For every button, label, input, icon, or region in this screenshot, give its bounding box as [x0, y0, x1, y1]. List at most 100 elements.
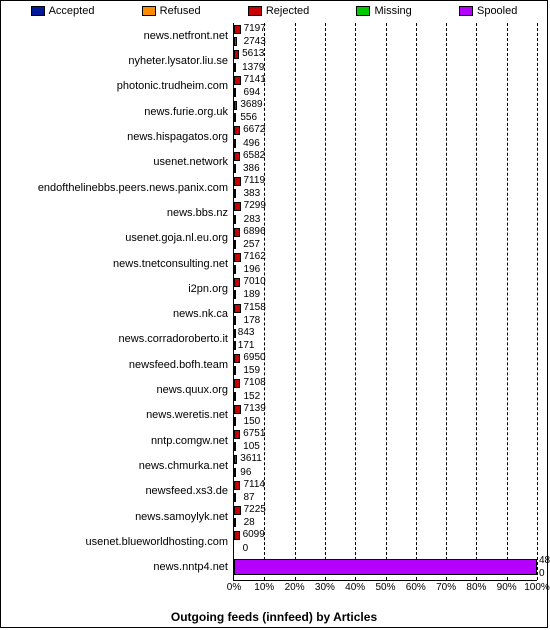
- x-tick-label: 90%: [497, 582, 517, 593]
- x-tick-label: 50%: [375, 582, 395, 593]
- bar-rejected: [234, 177, 241, 186]
- chart-row: news.samoylyk.net722528: [234, 504, 537, 529]
- chart-row: nyheter.lysator.liu.se56131379: [234, 48, 537, 73]
- bar-spooled: [234, 189, 236, 198]
- y-axis-label: i2pn.org: [2, 283, 234, 295]
- bar-spooled: [234, 392, 236, 401]
- x-tick-label: 20%: [285, 582, 305, 593]
- legend-swatch-accepted: [31, 6, 45, 16]
- bar-track: 6896257: [234, 226, 537, 251]
- y-axis-label: news.netfront.net: [2, 30, 234, 42]
- x-tick-label: 60%: [406, 582, 426, 593]
- y-axis-label: newsfeed.xs3.de: [2, 485, 234, 497]
- bar-value-rejected: 7010: [243, 277, 265, 287]
- bar-value-rejected: 0: [539, 569, 545, 579]
- bar-track: 71972743: [234, 23, 537, 48]
- chart-row: news.netfront.net71972743: [234, 23, 537, 48]
- bar-rejected: [234, 126, 240, 135]
- x-tick-label: 30%: [315, 582, 335, 593]
- bar-value-rejected: 7158: [244, 303, 266, 313]
- bar-value-rejected: 7141: [244, 75, 266, 85]
- chart-row: news.hispagatos.org6672496: [234, 124, 537, 149]
- chart-row: news.furie.org.uk3689556: [234, 99, 537, 124]
- y-axis-label: news.nntp4.net: [2, 561, 234, 573]
- bar-value-rejected: 7162: [244, 252, 266, 262]
- bar-value-spooled: 87: [243, 493, 254, 503]
- bar-spooled: [234, 139, 236, 148]
- x-tick-label: 10%: [254, 582, 274, 593]
- x-tick-label: 100%: [524, 582, 550, 593]
- bar-rejected: [234, 455, 237, 464]
- bar-spooled: [234, 316, 236, 325]
- chart-row: i2pn.org7010189: [234, 276, 537, 301]
- bar-value-spooled: 386: [243, 164, 260, 174]
- bar-rejected: [234, 329, 236, 338]
- legend-label: Refused: [160, 5, 201, 17]
- chart-row: nntp.comgw.net6751105: [234, 428, 537, 453]
- bar-value-spooled: 1379: [242, 63, 264, 73]
- bar-rejected: [234, 152, 240, 161]
- legend: Accepted Refused Rejected Missing Spoole…: [1, 1, 547, 19]
- legend-item: Accepted: [31, 5, 95, 17]
- chart-title: Outgoing feeds (innfeed) by Articles: [1, 610, 547, 624]
- bar-track: 6751105: [234, 428, 537, 453]
- bar-value-rejected: 6582: [243, 151, 265, 161]
- bar-track: 722528: [234, 504, 537, 529]
- bar-track: 7299283: [234, 200, 537, 225]
- bar-spooled: [234, 240, 236, 249]
- bar-track: 3689556: [234, 99, 537, 124]
- bar-value-spooled: 496: [243, 139, 260, 149]
- chart-row: usenet.goja.nl.eu.org6896257: [234, 226, 537, 251]
- bar-track: 6950159: [234, 352, 537, 377]
- chart-row: news.bbs.nz7299283: [234, 200, 537, 225]
- bar-rejected: [234, 76, 241, 85]
- y-axis-label: usenet.network: [2, 156, 234, 168]
- bar-rejected: [234, 253, 241, 262]
- bar-value-rejected: 7299: [244, 201, 266, 211]
- bar-track: 7162196: [234, 251, 537, 276]
- legend-label: Spooled: [477, 5, 517, 17]
- bar-spooled: [234, 265, 236, 274]
- y-axis-label: newsfeed.bofh.team: [2, 359, 234, 371]
- bar-rejected: [234, 481, 240, 490]
- legend-swatch-spooled: [459, 6, 473, 16]
- chart-row: news.weretis.net7139150: [234, 403, 537, 428]
- bar-spooled: [234, 341, 236, 350]
- bar-spooled: [234, 37, 237, 46]
- bar-value-spooled: 171: [238, 341, 255, 351]
- bar-spooled: [234, 493, 236, 502]
- plot: 0%10%20%30%40%50%60%70%80%90%100%news.ne…: [233, 23, 537, 581]
- bar-spooled: [234, 164, 236, 173]
- bar-value-spooled: 96: [240, 468, 251, 478]
- bar-track: 7108152: [234, 377, 537, 402]
- chart-row: usenet.network6582386: [234, 150, 537, 175]
- legend-label: Accepted: [49, 5, 95, 17]
- chart-row: news.quux.org7108152: [234, 377, 537, 402]
- bar-value-spooled: 383: [244, 189, 261, 199]
- chart-frame: Accepted Refused Rejected Missing Spoole…: [0, 0, 548, 628]
- bar-value-spooled: 28: [244, 518, 255, 528]
- bar-track: 7114 87: [234, 479, 537, 504]
- bar-spooled: [234, 215, 236, 224]
- bar-track: 60990: [234, 529, 537, 554]
- legend-item: Missing: [356, 5, 411, 17]
- bar-spooled: [234, 113, 236, 122]
- y-axis-label: nyheter.lysator.liu.se: [2, 55, 234, 67]
- bar-value-rejected: 6672: [243, 125, 265, 135]
- bar-value-spooled: 4880203: [539, 556, 550, 566]
- y-axis-label: news.chmurka.net: [2, 460, 234, 472]
- x-tick-label: 40%: [345, 582, 365, 593]
- grid-line: [537, 23, 538, 580]
- y-axis-label: news.nk.ca: [2, 308, 234, 320]
- bar-value-rejected: 3611: [240, 454, 262, 464]
- bar-spooled: [234, 559, 537, 575]
- legend-swatch-refused: [142, 6, 156, 16]
- y-axis-label: endofthelinebbs.peers.news.panix.com: [2, 182, 234, 194]
- bar-track: 7010189: [234, 276, 537, 301]
- bar-value-rejected: 7114: [243, 480, 265, 490]
- y-axis-label: news.weretis.net: [2, 409, 234, 421]
- bar-rejected: [234, 202, 241, 211]
- bar-track: 56131379: [234, 48, 537, 73]
- bar-rejected: [234, 354, 240, 363]
- bar-value-spooled: 159: [243, 366, 260, 376]
